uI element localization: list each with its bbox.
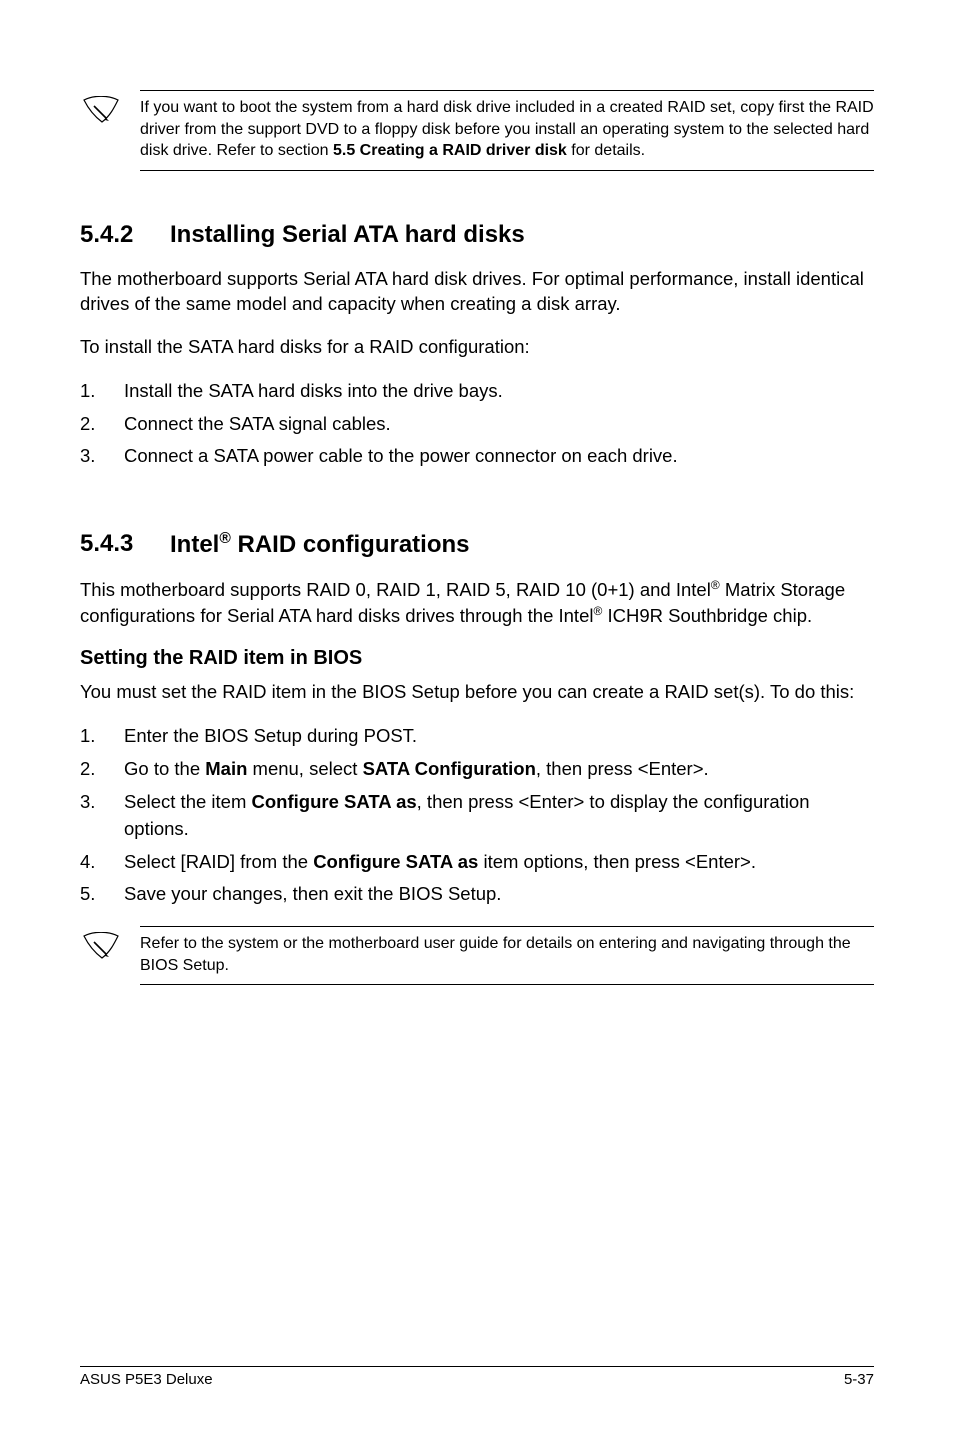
heading-number: 5.4.3 bbox=[80, 530, 170, 559]
list-item: 2. Go to the Main menu, select SATA Conf… bbox=[80, 756, 874, 783]
footer-right: 5-37 bbox=[844, 1371, 874, 1388]
step-number: 4. bbox=[80, 849, 124, 876]
note-bottom-text: Refer to the system or the motherboard u… bbox=[140, 933, 874, 976]
step-text: Install the SATA hard disks into the dri… bbox=[124, 378, 503, 405]
note-top-part3: for details. bbox=[567, 142, 645, 159]
t-p2: item options, then press <Enter>. bbox=[478, 851, 756, 872]
note-top: If you want to boot the system from a ha… bbox=[80, 90, 874, 171]
heading-title: Installing Serial ATA hard disks bbox=[170, 221, 525, 249]
step-number: 3. bbox=[80, 443, 124, 470]
t-p1: Select the item bbox=[124, 791, 252, 812]
list-item: 2. Connect the SATA signal cables. bbox=[80, 411, 874, 438]
page-footer: ASUS P5E3 Deluxe 5-37 bbox=[80, 1366, 874, 1388]
step-number: 1. bbox=[80, 723, 124, 750]
t-b1: Configure SATA as bbox=[313, 851, 478, 872]
note-icon-col bbox=[80, 926, 140, 967]
para-5-4-2-2: To install the SATA hard disks for a RAI… bbox=[80, 335, 874, 360]
step-number: 5. bbox=[80, 881, 124, 908]
steps-5-4-2: 1. Install the SATA hard disks into the … bbox=[80, 378, 874, 470]
list-item: 4. Select [RAID] from the Configure SATA… bbox=[80, 849, 874, 876]
list-item: 1. Enter the BIOS Setup during POST. bbox=[80, 723, 874, 750]
note-top-part2: 5.5 Creating a RAID driver disk bbox=[333, 142, 567, 159]
heading-5-4-2: 5.4.2 Installing Serial ATA hard disks bbox=[80, 221, 874, 249]
note-pencil-icon bbox=[80, 96, 122, 126]
step-number: 1. bbox=[80, 378, 124, 405]
note-bottom-body: Refer to the system or the motherboard u… bbox=[140, 926, 874, 985]
p1-sup: ® bbox=[711, 578, 720, 592]
p1-sup2: ® bbox=[593, 604, 602, 618]
footer-left: ASUS P5E3 Deluxe bbox=[80, 1371, 213, 1388]
step-number: 3. bbox=[80, 789, 124, 843]
list-item: 1. Install the SATA hard disks into the … bbox=[80, 378, 874, 405]
steps-5-4-3: 1. Enter the BIOS Setup during POST. 2. … bbox=[80, 723, 874, 908]
step-text: Select [RAID] from the Configure SATA as… bbox=[124, 849, 756, 876]
heading-title: Intel® RAID configurations bbox=[170, 530, 470, 559]
rule-line bbox=[140, 926, 874, 933]
step-text: Go to the Main menu, select SATA Configu… bbox=[124, 756, 709, 783]
rule-line bbox=[140, 978, 874, 985]
note-top-body: If you want to boot the system from a ha… bbox=[140, 90, 874, 171]
t-p1: Go to the bbox=[124, 758, 205, 779]
heading-number: 5.4.2 bbox=[80, 221, 170, 249]
para-5-4-3-1: This motherboard supports RAID 0, RAID 1… bbox=[80, 577, 874, 629]
t-b1: Configure SATA as bbox=[252, 791, 417, 812]
rule-line bbox=[140, 164, 874, 171]
note-top-text: If you want to boot the system from a ha… bbox=[140, 97, 874, 162]
p1-post: ICH9R Southbridge chip. bbox=[602, 605, 812, 626]
t-p2: menu, select bbox=[247, 758, 362, 779]
t-b1: Main bbox=[205, 758, 247, 779]
step-text: Connect a SATA power cable to the power … bbox=[124, 443, 678, 470]
step-number: 2. bbox=[80, 411, 124, 438]
para-5-4-2-1: The motherboard supports Serial ATA hard… bbox=[80, 267, 874, 317]
step-text: Enter the BIOS Setup during POST. bbox=[124, 723, 417, 750]
step-text: Select the item Configure SATA as, then … bbox=[124, 789, 874, 843]
step-text: Connect the SATA signal cables. bbox=[124, 411, 391, 438]
t-p1: Select [RAID] from the bbox=[124, 851, 313, 872]
title-pre: Intel bbox=[170, 531, 219, 558]
note-bottom: Refer to the system or the motherboard u… bbox=[80, 926, 874, 985]
list-item: 3. Select the item Configure SATA as, th… bbox=[80, 789, 874, 843]
list-item: 3. Connect a SATA power cable to the pow… bbox=[80, 443, 874, 470]
note-pencil-icon bbox=[80, 932, 122, 962]
subheading-setting-raid: Setting the RAID item in BIOS bbox=[80, 647, 874, 670]
step-number: 2. bbox=[80, 756, 124, 783]
title-post: RAID configurations bbox=[231, 531, 470, 558]
para-5-4-3-2: You must set the RAID item in the BIOS S… bbox=[80, 680, 874, 705]
heading-5-4-3: 5.4.3 Intel® RAID configurations bbox=[80, 530, 874, 559]
step-text: Save your changes, then exit the BIOS Se… bbox=[124, 881, 501, 908]
p1-pre: This motherboard supports RAID 0, RAID 1… bbox=[80, 579, 711, 600]
t-p3: , then press <Enter>. bbox=[536, 758, 709, 779]
t-b2: SATA Configuration bbox=[363, 758, 536, 779]
note-icon-col bbox=[80, 90, 140, 131]
title-sup: ® bbox=[219, 530, 231, 547]
rule-line bbox=[140, 90, 874, 97]
list-item: 5. Save your changes, then exit the BIOS… bbox=[80, 881, 874, 908]
